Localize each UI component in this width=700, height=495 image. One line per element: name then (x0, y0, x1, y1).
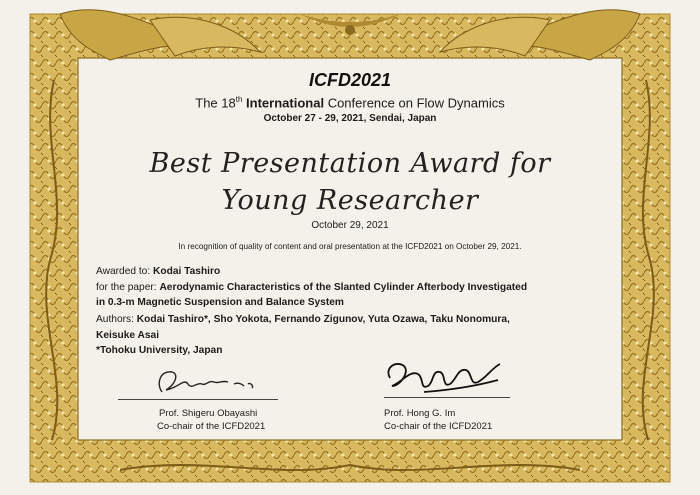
subtitle-rest: Conference on Flow Dynamics (327, 95, 505, 111)
conference-subtitle: The 18th International Conference on Flo… (0, 95, 700, 110)
recognition-statement: In recognition of quality of content and… (178, 242, 522, 251)
conference-title: ICFD2021 (308, 70, 392, 90)
authors-label: Authors: (96, 314, 134, 325)
signature-rule-right (384, 397, 510, 398)
paper-line-2: in 0.3-m Magnetic Suspension and Balance… (96, 297, 344, 308)
paper-title-part-1: Aerodynamic Characteristics of the Slant… (159, 282, 528, 293)
signature-im (387, 363, 501, 393)
awarded-to-line: Awarded to: Kodai Tashiro (96, 266, 220, 277)
signatory-1-role: Co-chair of the ICFD2021 (157, 421, 266, 432)
award-title-line-2: Young Researcher (221, 185, 479, 216)
subtitle-emphasis: International (246, 95, 325, 111)
awarded-label: Awarded to: (96, 266, 151, 277)
award-date: October 29, 2021 (311, 220, 389, 231)
paper-line-1: for the paper: Aerodynamic Characteristi… (96, 282, 527, 293)
award-title-line-1: Best Presentation Award for (149, 148, 551, 179)
conference-dates: October 27 - 29, 2021, Sendai, Japan (263, 113, 437, 124)
certificate: ICFD2021 The 18th International Conferen… (0, 0, 700, 495)
authors-line-1: Authors: Kodai Tashiro*, Sho Yokota, Fer… (96, 314, 510, 325)
signature-obayashi (158, 371, 254, 393)
signatory-1-name: Prof. Shigeru Obayashi (159, 408, 258, 419)
signatory-2-name: Prof. Hong G. Im (384, 408, 456, 419)
subtitle-ordinal: The 18 (195, 95, 236, 111)
authors-list-part-2: Keisuke Asai (96, 330, 160, 341)
paper-label: for the paper: (96, 282, 157, 293)
subtitle-superscript: th (235, 95, 243, 104)
affiliation: *Tohoku University, Japan (96, 345, 223, 356)
signatory-2-role: Co-chair of the ICFD2021 (384, 421, 493, 432)
awardee-name: Kodai Tashiro (153, 266, 221, 277)
paper-title-part-2: in 0.3-m Magnetic Suspension and Balance… (96, 297, 344, 308)
authors-line-2: Keisuke Asai (96, 330, 159, 341)
signature-rule-left (118, 399, 278, 400)
authors-list-part-1: Kodai Tashiro*, Sho Yokota, Fernando Zig… (136, 314, 510, 325)
